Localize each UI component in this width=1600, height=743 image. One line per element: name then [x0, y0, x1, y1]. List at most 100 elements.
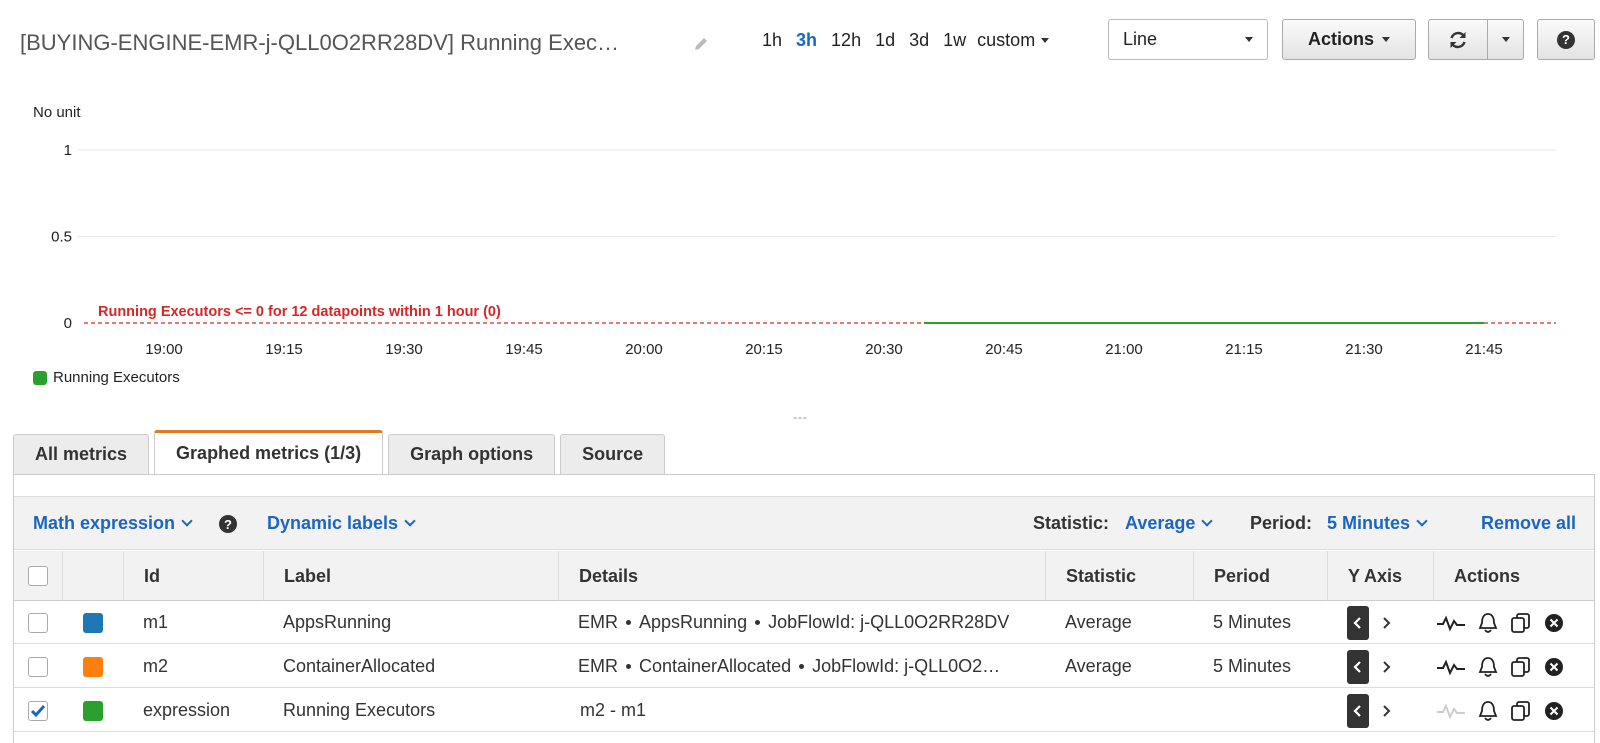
remove-all-link[interactable]: Remove all — [1481, 513, 1576, 534]
x-tick-label: 20:00 — [625, 341, 663, 358]
chevron-right-icon — [1383, 704, 1391, 717]
range-12h[interactable]: 12h — [824, 28, 868, 53]
detail-metric: ContainerAllocated — [639, 656, 792, 676]
column-header-period[interactable]: Period — [1193, 551, 1327, 601]
statistic-dropdown[interactable]: Average — [1125, 513, 1214, 534]
column-header-id[interactable]: Id — [123, 551, 263, 601]
tab-graphed-metrics[interactable]: Graphed metrics (1/3) — [154, 430, 384, 474]
table-row[interactable]: m1 AppsRunning EMR AppsRunning JobFlowId… — [14, 601, 1594, 644]
series-color-swatch[interactable] — [83, 700, 103, 721]
dynamic-labels-dropdown[interactable]: Dynamic labels — [267, 513, 416, 534]
row-statistic[interactable]: Average — [1065, 645, 1132, 688]
row-checkbox-cell — [28, 689, 48, 732]
x-tick-label: 21:00 — [1105, 341, 1143, 358]
column-header-details[interactable]: Details — [558, 551, 1045, 601]
bell-alarm-icon[interactable] — [1478, 700, 1498, 722]
row-id[interactable]: m1 — [143, 601, 168, 644]
detail-dimension: JobFlowId: j-QLL0O2… — [812, 656, 1001, 676]
bell-alarm-icon[interactable] — [1478, 656, 1498, 678]
row-color-cell — [83, 689, 103, 732]
chevron-down-icon — [181, 515, 193, 527]
detail-namespace: EMR — [578, 656, 618, 676]
graph-type-select[interactable]: Line — [1108, 19, 1268, 60]
chart-resize-handle[interactable]: --- — [793, 410, 808, 424]
row-period[interactable]: 5 Minutes — [1213, 601, 1291, 644]
range-1h[interactable]: 1h — [755, 28, 789, 53]
series-color-swatch[interactable] — [83, 656, 103, 677]
remove-icon[interactable] — [1544, 613, 1564, 633]
time-range-selector: 1h 3h 12h 1d 3d 1w custom — [755, 28, 1053, 53]
tab-graph-options[interactable]: Graph options — [388, 434, 556, 474]
range-1w[interactable]: 1w — [936, 28, 973, 53]
row-details-expression[interactable]: m2 - m1 — [580, 689, 646, 732]
y-axis-right-button[interactable] — [1375, 694, 1397, 728]
tab-all-metrics[interactable]: All metrics — [13, 434, 150, 474]
row-checkbox-checked[interactable] — [28, 700, 48, 721]
separator-dot — [799, 664, 805, 669]
row-statistic[interactable]: Average — [1065, 601, 1132, 644]
bell-alarm-icon[interactable] — [1478, 612, 1498, 634]
x-tick-label: 21:30 — [1345, 341, 1383, 358]
row-y-axis — [1347, 689, 1397, 732]
table-row[interactable]: m2 ContainerAllocated EMR ContainerAlloc… — [14, 645, 1594, 688]
range-custom[interactable]: custom — [973, 28, 1053, 53]
chevron-right-icon — [1383, 660, 1391, 673]
remove-icon[interactable] — [1544, 701, 1564, 721]
table-row[interactable]: expression Running Executors m2 - m1 — [14, 689, 1594, 732]
chevron-left-icon — [1353, 616, 1361, 629]
column-header-statistic[interactable]: Statistic — [1045, 551, 1193, 601]
series-color-swatch[interactable] — [83, 612, 103, 633]
row-details: EMR AppsRunning JobFlowId: j-QLL0O2RR28D… — [578, 601, 1048, 644]
detail-namespace: EMR — [578, 612, 618, 632]
copy-icon[interactable] — [1510, 612, 1532, 634]
row-label[interactable]: Running Executors — [283, 689, 435, 732]
graph-title: [BUYING-ENGINE-EMR-j-QLL0O2RR28DV] Runni… — [20, 30, 620, 55]
copy-icon[interactable] — [1510, 656, 1532, 678]
y-axis-right-button[interactable] — [1375, 606, 1397, 640]
sparkline-icon[interactable] — [1436, 614, 1466, 632]
range-3d[interactable]: 3d — [902, 28, 936, 53]
dynamic-labels-label: Dynamic labels — [267, 513, 399, 533]
column-header-y-axis[interactable]: Y Axis — [1327, 551, 1433, 601]
chart-legend[interactable]: Running Executors — [33, 369, 180, 386]
y-axis-left-button[interactable] — [1347, 605, 1369, 640]
row-checkbox[interactable] — [28, 656, 48, 677]
row-actions — [1436, 601, 1564, 644]
row-id[interactable]: expression — [143, 689, 230, 732]
range-3h[interactable]: 3h — [789, 28, 824, 53]
row-checkbox-cell — [28, 601, 48, 644]
range-1d[interactable]: 1d — [868, 28, 902, 53]
y-axis-left-button[interactable] — [1347, 649, 1369, 684]
period-dropdown[interactable]: 5 Minutes — [1327, 513, 1428, 534]
separator-dot — [626, 620, 631, 625]
metrics-tabs: All metrics Graphed metrics (1/3) Graph … — [13, 430, 666, 474]
column-header-label[interactable]: Label — [263, 551, 558, 601]
remove-icon[interactable] — [1544, 657, 1564, 677]
separator-dot — [755, 620, 761, 625]
edit-pencil-icon[interactable] — [693, 36, 709, 52]
help-button[interactable]: ? — [1537, 19, 1595, 60]
math-help-icon[interactable]: ? — [219, 515, 237, 533]
separator-dot — [626, 664, 631, 669]
select-all-checkbox[interactable] — [28, 566, 48, 586]
y-tick-label: 1 — [64, 142, 72, 159]
refresh-button[interactable] — [1428, 19, 1488, 60]
row-label[interactable]: AppsRunning — [283, 601, 391, 644]
chevron-left-icon — [1353, 660, 1361, 673]
tab-source[interactable]: Source — [560, 434, 666, 474]
y-axis-left-button[interactable] — [1347, 693, 1369, 728]
row-id[interactable]: m2 — [143, 645, 168, 688]
period-value: 5 Minutes — [1327, 513, 1411, 533]
metrics-toolbar: Math expression ? Dynamic labels Statist… — [14, 496, 1594, 550]
math-expression-dropdown[interactable]: Math expression — [33, 513, 193, 534]
row-label[interactable]: ContainerAllocated — [283, 645, 435, 688]
alarm-threshold-label: Running Executors <= 0 for 12 datapoints… — [98, 304, 501, 320]
row-checkbox[interactable] — [28, 612, 48, 633]
math-expression-label: Math expression — [33, 513, 176, 533]
refresh-options-button[interactable] — [1487, 19, 1524, 60]
y-axis-right-button[interactable] — [1375, 650, 1397, 684]
sparkline-icon[interactable] — [1436, 658, 1466, 676]
row-period[interactable]: 5 Minutes — [1213, 645, 1291, 688]
copy-icon[interactable] — [1510, 700, 1532, 722]
actions-button[interactable]: Actions — [1282, 19, 1416, 60]
